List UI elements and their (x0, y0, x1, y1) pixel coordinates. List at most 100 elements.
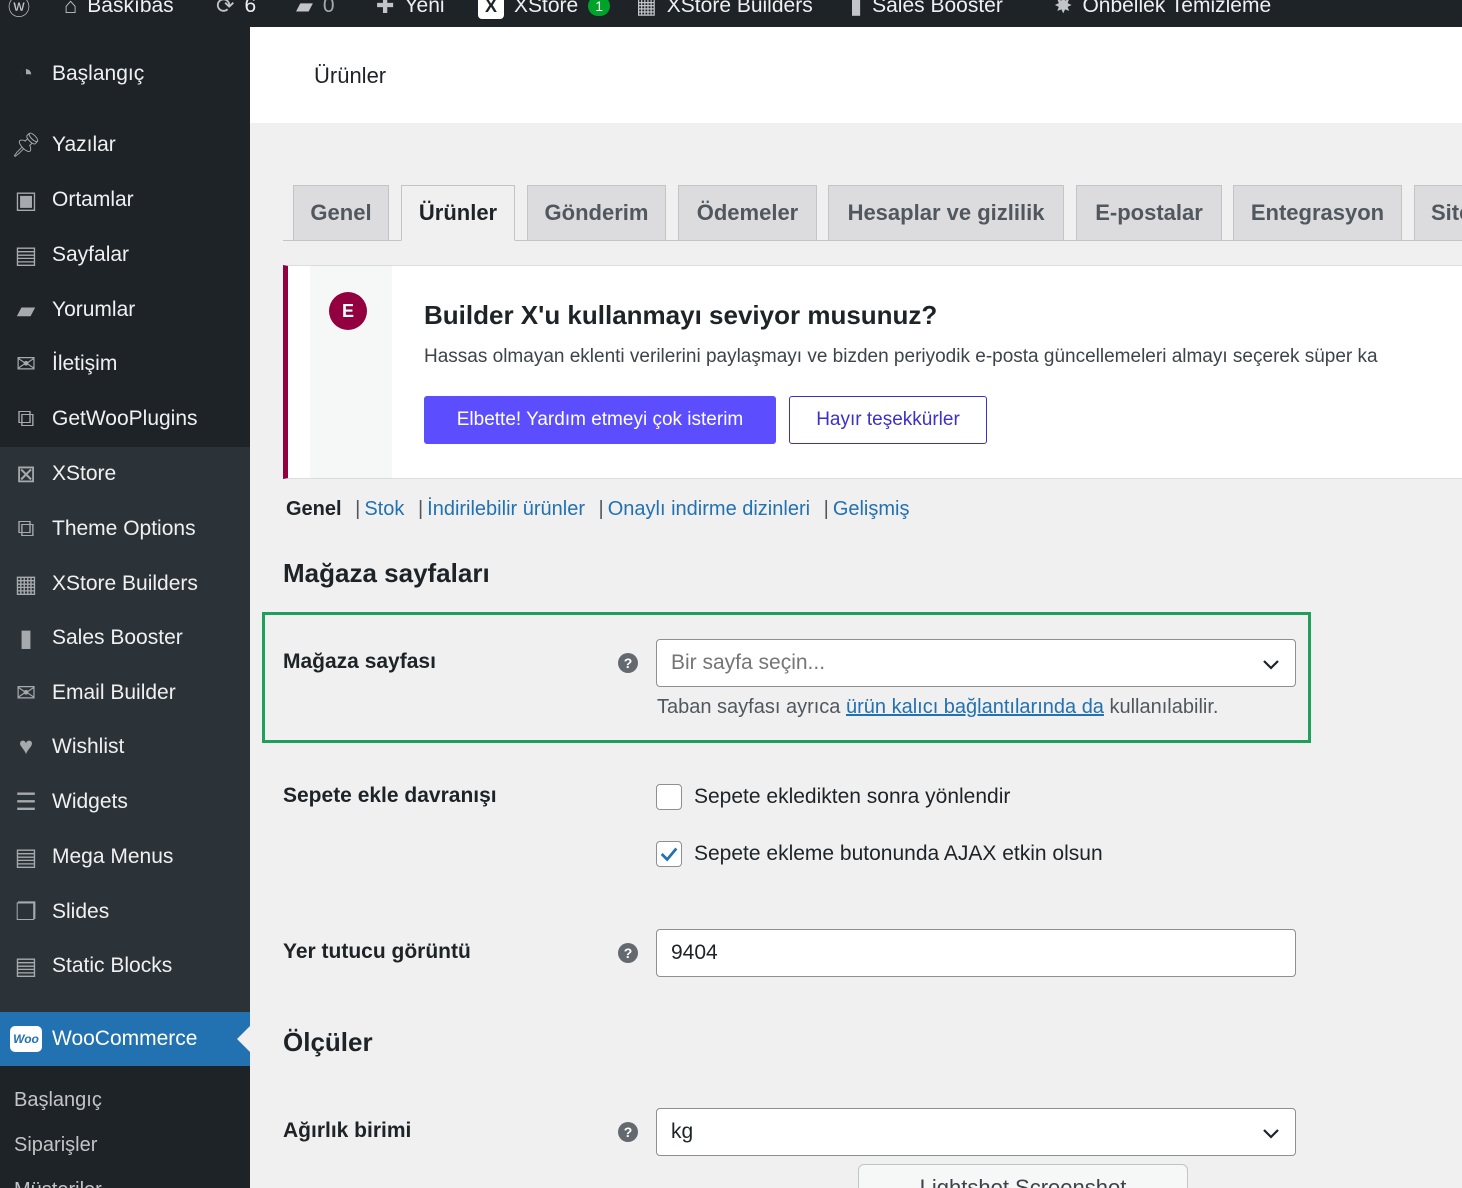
permalinks-link[interactable]: ürün kalıcı bağlantılarında da (846, 696, 1104, 718)
comments-icon: ▰ (16, 296, 36, 324)
sidebar-item-dashboard[interactable]: ◔ Başlangıç (0, 47, 250, 101)
cache-clear-link[interactable]: ✸ Önbellek Temizleme (1054, 0, 1271, 21)
redirect-checkbox[interactable] (656, 784, 682, 810)
comments-link[interactable]: ▰ 0 (296, 0, 335, 21)
weight-unit-select[interactable]: kg (656, 1108, 1296, 1156)
tab-accounts-privacy[interactable]: Hesaplar ve gizlilik (828, 185, 1064, 241)
tab-shipping[interactable]: Gönderim (527, 185, 666, 241)
widgets-icon: ☰ (15, 788, 37, 816)
checkmark-icon (660, 847, 678, 862)
ajax-add-to-cart-option[interactable]: Sepete ekleme butonunda AJAX etkin olsun (656, 841, 1103, 867)
woocommerce-icon: Woo (10, 1026, 42, 1052)
sidebar-item-contact[interactable]: ✉ İletişim (0, 337, 250, 391)
mail-icon: ✉ (15, 350, 37, 378)
tab-emails[interactable]: E-postalar (1076, 185, 1222, 241)
sidebar-item-slides[interactable]: ❐ Slides (0, 885, 250, 939)
admin-sidebar: ◔ Başlangıç 📌︎ Yazılar ▣ Ortamlar ▤ Sayf… (0, 27, 250, 1188)
decline-opt-in-button[interactable]: Hayır teşekkürler (789, 396, 987, 444)
admin-bar: ⓦ ⌂ Baskıbas ⟳ 6 ▰ 0 ✚ Yeni X XStore 1 ▦ XStore… (0, 0, 1462, 27)
sales-booster-link[interactable]: ▮ Sales Booster (850, 0, 1003, 21)
sidebar-item-posts[interactable]: 📌︎ Yazılar (0, 118, 250, 172)
section-subnav: Genel | Stok | İndirilebilir ürünler | Onay… (286, 498, 910, 520)
sidebar-item-wishlist[interactable]: ♥ Wishlist (0, 720, 250, 774)
builders-icon: ▦ (14, 570, 38, 598)
add-to-cart-label: Sepete ekle davranışı (283, 784, 497, 807)
section-title-dimensions: Ölçüler (283, 1027, 373, 1057)
placeholder-image-label: Yer tutucu görüntü (283, 940, 471, 963)
cache-icon: ✸ (1054, 0, 1073, 18)
sidebar-item-media[interactable]: ▣ Ortamlar (0, 173, 250, 227)
xstore-link[interactable]: X XStore 1 (478, 0, 610, 21)
site-name-link[interactable]: ⌂ Baskıbas (64, 0, 174, 21)
weight-unit-label: Ağırlık birimi (283, 1119, 412, 1142)
ajax-checkbox[interactable] (656, 841, 682, 867)
sidebar-item-sales-booster[interactable]: ▮ Sales Booster (0, 611, 250, 665)
blocks-icon: ▤ (14, 952, 38, 980)
slides-icon: ❐ (15, 898, 37, 926)
updates-link[interactable]: ⟳ 6 (216, 0, 256, 21)
subnav-link-stock[interactable]: Stok (364, 498, 404, 520)
help-icon[interactable]: ? (618, 1122, 638, 1142)
tab-integration[interactable]: Entegrasyon (1233, 185, 1402, 241)
xstore-icon: ⊠ (15, 460, 37, 488)
wordpress-logo-icon[interactable]: ⓦ (8, 0, 30, 21)
subnav-link-approved-dirs[interactable]: Onaylı indirme dizinleri (608, 498, 810, 520)
sidebar-item-pages[interactable]: ▤ Sayfalar (0, 228, 250, 282)
heart-icon: ♥ (18, 733, 34, 760)
dashboard-icon: ◔ (18, 60, 34, 87)
plus-icon: ✚ (376, 0, 395, 18)
sidebar-item-woocommerce[interactable]: Woo WooCommerce (0, 1012, 250, 1066)
shop-page-label: Mağaza sayfası (283, 650, 436, 673)
page-title: Ürünler (314, 63, 387, 88)
active-menu-arrow (237, 1026, 250, 1052)
pages-icon: ▤ (14, 241, 38, 269)
sidebar-item-xstore[interactable]: ⊠ XStore (0, 447, 250, 501)
sidebar-item-xstore-builders[interactable]: ▦ XStore Builders (0, 557, 250, 611)
sidebar-item-email-builder[interactable]: ✉ Email Builder (0, 666, 250, 720)
submenu-item-orders[interactable]: Siparişler (14, 1134, 97, 1157)
sidebar-item-widgets[interactable]: ☰ Widgets (0, 775, 250, 829)
shop-page-description: Taban sayfası ayrıca ürün kalıcı bağlant… (657, 696, 1219, 718)
notice-heading: Builder X'u kullanmayı seviyor musunuz? (424, 300, 938, 330)
email-icon: ✉ (15, 679, 37, 707)
section-title-shop-pages: Mağaza sayfaları (283, 558, 490, 588)
sidebar-item-mega-menus[interactable]: ▤ Mega Menus (0, 830, 250, 884)
page-header: Ürünler (250, 27, 1462, 123)
refresh-icon: ⟳ (216, 0, 235, 18)
sidebar-item-getwooplugins[interactable]: ⧉ GetWooPlugins (0, 392, 250, 446)
lightshot-popup[interactable]: Lightshot Screenshot (858, 1164, 1188, 1188)
chart-icon: ▮ (850, 0, 863, 18)
redirect-after-add-option[interactable]: Sepete ekledikten sonra yönlendir (656, 784, 1010, 810)
placeholder-image-input[interactable] (656, 929, 1296, 977)
submenu-item-home[interactable]: Başlangıç (14, 1089, 102, 1112)
accept-opt-in-button[interactable]: Elbette! Yardım etmeyi çok isterim (424, 396, 776, 444)
tab-site[interactable]: Site (1414, 185, 1462, 241)
submenu-item-customers[interactable]: Müşteriler (14, 1179, 102, 1188)
xstore-builders-link[interactable]: ▦ XStore Builders (636, 0, 813, 21)
sidebar-item-comments[interactable]: ▰ Yorumlar (0, 283, 250, 337)
tab-payments[interactable]: Ödemeler (678, 185, 817, 241)
chevron-down-icon (1263, 660, 1279, 670)
builders-icon: ▦ (636, 0, 657, 18)
chart-icon: ▮ (19, 624, 33, 652)
chevron-down-icon (1263, 1129, 1279, 1139)
subnav-link-downloadable[interactable]: İndirilebilir ürünler (427, 498, 585, 520)
new-content-link[interactable]: ✚ Yeni (376, 0, 445, 21)
shop-page-placeholder: Bir sayfa seçin... (671, 651, 826, 674)
xstore-badge: 1 (588, 0, 610, 16)
notice-text: Hassas olmayan eklenti verilerini paylaş… (424, 346, 1378, 367)
subnav-link-advanced[interactable]: Gelişmiş (833, 498, 910, 520)
xstore-icon: X (478, 0, 504, 19)
tab-general[interactable]: Genel (293, 185, 389, 241)
shop-page-select[interactable]: Bir sayfa seçin... (656, 639, 1296, 687)
plugin-icon: ⧉ (17, 405, 35, 432)
subnav-current-general[interactable]: Genel (286, 498, 342, 520)
elementor-logo-icon: E (329, 292, 367, 330)
sidebar-item-static-blocks[interactable]: ▤ Static Blocks (0, 939, 250, 993)
home-icon: ⌂ (64, 0, 78, 18)
sidebar-item-theme-options[interactable]: ⧉ Theme Options (0, 502, 250, 556)
tab-products[interactable]: Ürünler (401, 185, 515, 241)
help-icon[interactable]: ? (618, 653, 638, 673)
pin-icon: 📌︎ (10, 131, 42, 159)
help-icon[interactable]: ? (618, 943, 638, 963)
